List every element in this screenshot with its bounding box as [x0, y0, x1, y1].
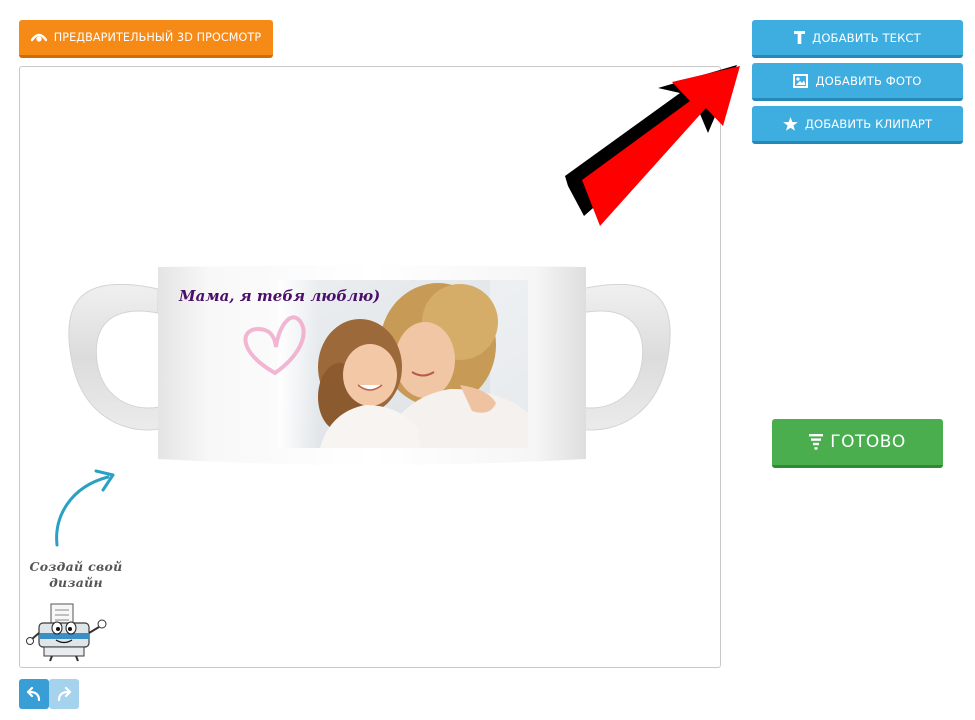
undo-icon — [26, 687, 41, 701]
ready-button[interactable]: ГОТОВО — [772, 419, 943, 468]
add-clipart-button[interactable]: ДОБАВИТЬ КЛИПАРТ — [752, 106, 963, 144]
mug-caption-text[interactable]: Мама, я тебя люблю) — [179, 287, 380, 305]
add-photo-button[interactable]: ДОБАВИТЬ ФОТО — [752, 63, 963, 101]
preview-3d-label: ПРЕДВАРИТЕЛЬНЫЙ 3D ПРОСМОТР — [53, 31, 262, 44]
create-design-hint: Создай свой дизайн — [20, 559, 132, 591]
redo-icon — [57, 687, 72, 701]
undo-button[interactable] — [19, 679, 49, 709]
text-icon — [794, 31, 806, 44]
add-photo-label: ДОБАВИТЬ ФОТО — [815, 73, 922, 88]
add-text-button[interactable]: ДОБАВИТЬ ТЕКСТ — [752, 20, 963, 58]
ready-label: ГОТОВО — [830, 432, 906, 452]
image-icon — [793, 73, 809, 88]
star-icon — [783, 116, 798, 131]
add-text-label: ДОБАВИТЬ ТЕКСТ — [812, 30, 921, 45]
redo-button[interactable] — [49, 679, 79, 709]
filter-icon — [809, 434, 824, 450]
add-clipart-label: ДОБАВИТЬ КЛИПАРТ — [804, 116, 933, 131]
eye-icon — [30, 32, 47, 43]
red-pointer-arrow-icon — [565, 65, 740, 226]
hint-line-1: Создай свой — [29, 559, 123, 574]
preview-3d-button[interactable]: ПРЕДВАРИТЕЛЬНЫЙ 3D ПРОСМОТР — [19, 20, 273, 58]
hint-line-2: дизайн — [49, 575, 103, 590]
mug-photo[interactable] — [278, 280, 528, 448]
printer-mascot — [26, 603, 107, 662]
